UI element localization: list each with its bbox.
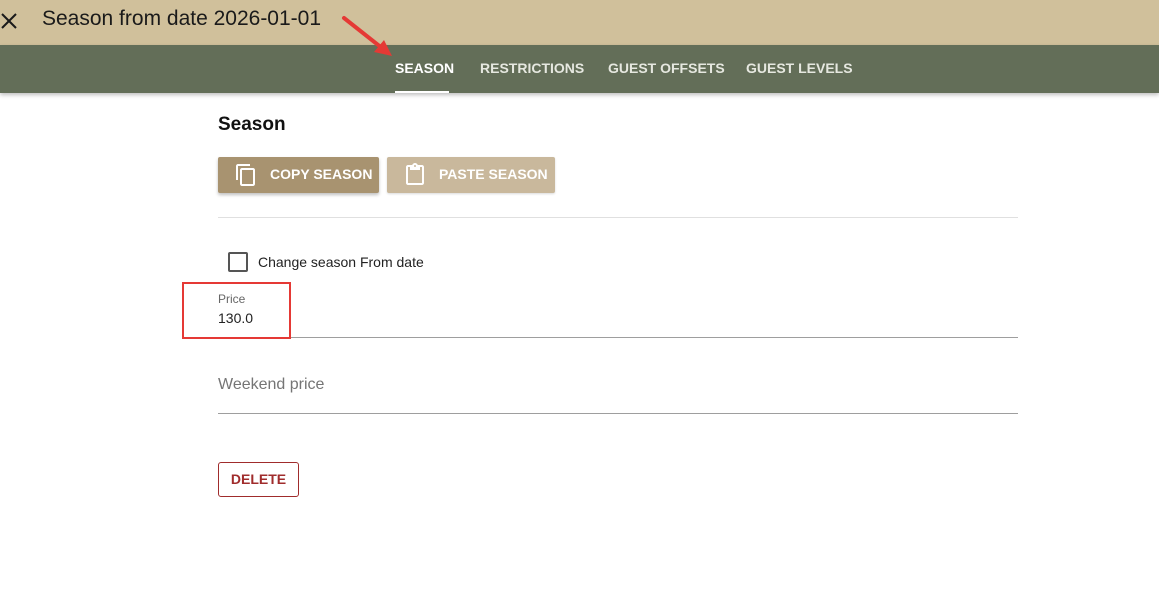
copy-season-label: COPY SEASON (270, 166, 373, 182)
paste-season-label: PASTE SEASON (439, 166, 548, 182)
price-underline (218, 337, 1018, 338)
section-title: Season (218, 114, 286, 135)
tab-season[interactable]: SEASON (395, 45, 454, 93)
price-input[interactable] (218, 310, 1008, 326)
change-from-date-checkbox[interactable] (228, 252, 248, 272)
section-divider (218, 217, 1018, 218)
copy-season-button[interactable]: COPY SEASON (218, 157, 379, 193)
change-from-date-label: Change season From date (258, 254, 424, 270)
weekend-price-underline (218, 413, 1018, 414)
weekend-price-input[interactable] (218, 376, 1008, 394)
close-icon (1, 13, 17, 29)
tab-guest-levels[interactable]: GUEST LEVELS (746, 45, 853, 93)
annotation-arrow-icon (342, 16, 392, 56)
top-bar: Season from date 2026-01-01 (0, 0, 1159, 45)
tab-season-label: SEASON (395, 60, 455, 76)
price-label: Price (218, 292, 246, 306)
tab-guest-levels-label: GUEST LEVELS (746, 60, 853, 76)
delete-button[interactable]: DELETE (218, 462, 299, 497)
copy-icon (236, 164, 255, 186)
tab-restrictions[interactable]: RESTRICTIONS (480, 45, 584, 93)
close-button[interactable] (0, 8, 20, 32)
clipboard-icon (406, 163, 424, 185)
paste-season-button[interactable]: PASTE SEASON (387, 157, 555, 193)
dialog-title: Season from date 2026-01-01 (42, 7, 322, 30)
tab-restrictions-label: RESTRICTIONS (480, 60, 585, 76)
active-tab-indicator (395, 91, 449, 93)
tab-guest-offsets[interactable]: GUEST OFFSETS (608, 45, 725, 93)
tab-guest-offsets-label: GUEST OFFSETS (608, 60, 725, 76)
tab-bar: SEASON RESTRICTIONS GUEST OFFSETS GUEST … (0, 45, 1159, 93)
